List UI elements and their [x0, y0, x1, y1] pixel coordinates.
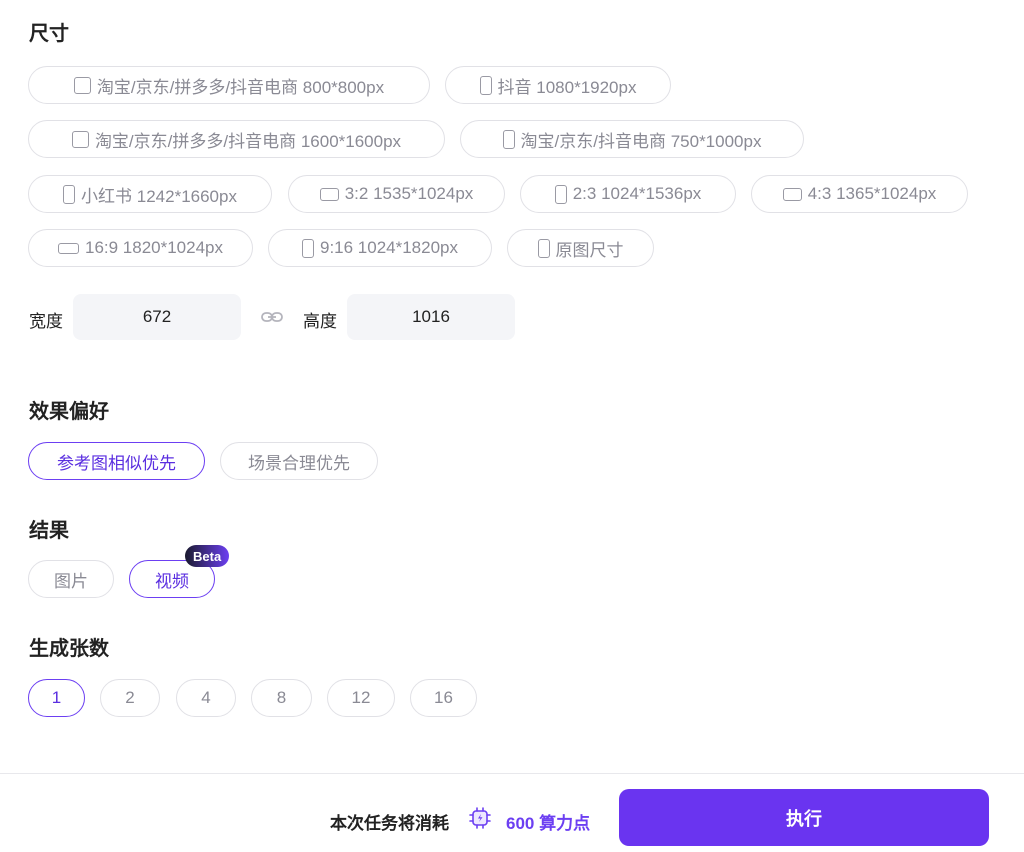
preference-scene-reasonable[interactable]: 场景合理优先	[220, 442, 378, 480]
size-option-800[interactable]: 淘宝/京东/拼多多/抖音电商 800*800px	[28, 66, 430, 104]
portrait-icon	[301, 238, 314, 258]
count-section-title: 生成张数	[29, 638, 109, 660]
portrait-icon	[63, 184, 76, 204]
size-section-title: 尺寸	[29, 23, 69, 45]
landscape-icon	[319, 187, 339, 201]
size-option-3-2[interactable]: 3:2 1535*1024px	[288, 175, 505, 213]
beta-badge: Beta	[185, 545, 230, 567]
count-option-1[interactable]: 1	[28, 679, 85, 717]
square-icon	[71, 130, 89, 148]
size-option-label: 2:3 1024*1536px	[572, 184, 702, 203]
size-option-label: 16:9 1820*1024px	[84, 238, 224, 257]
size-option-label: 小红书 1242*1660px	[81, 186, 237, 206]
landscape-icon	[782, 187, 802, 201]
execute-button[interactable]: 执行	[619, 789, 989, 846]
portrait-icon	[479, 75, 492, 95]
count-option-8[interactable]: 8	[251, 679, 312, 717]
size-option-label: 原图尺寸	[555, 240, 624, 260]
size-option-2-3[interactable]: 2:3 1024*1536px	[520, 175, 736, 213]
size-option-label: 抖音 1080*1920px	[497, 77, 637, 97]
size-option-4-3[interactable]: 4:3 1365*1024px	[751, 175, 968, 213]
preference-reference-similar[interactable]: 参考图相似优先	[28, 442, 205, 480]
portrait-icon	[554, 184, 567, 204]
square-icon	[73, 76, 91, 94]
size-option-label: 淘宝/京东/拼多多/抖音电商 1600*1600px	[94, 131, 402, 151]
size-option-original[interactable]: 原图尺寸	[507, 229, 654, 267]
height-label: 高度	[303, 312, 337, 331]
size-option-750[interactable]: 淘宝/京东/抖音电商 750*1000px	[460, 120, 804, 158]
wide-icon	[57, 242, 79, 254]
size-option-1600[interactable]: 淘宝/京东/拼多多/抖音电商 1600*1600px	[28, 120, 445, 158]
cost-value: 600 算力点	[506, 814, 591, 833]
cost-label: 本次任务将消耗	[330, 814, 449, 833]
link-icon[interactable]	[261, 309, 283, 325]
size-option-label: 淘宝/京东/抖音电商 750*1000px	[520, 131, 762, 151]
portrait-icon	[537, 238, 550, 258]
result-section-title: 结果	[29, 520, 69, 542]
size-option-16-9[interactable]: 16:9 1820*1024px	[28, 229, 253, 267]
size-option-label: 3:2 1535*1024px	[344, 184, 474, 203]
compute-chip-icon	[469, 807, 491, 829]
preference-section-title: 效果偏好	[29, 401, 109, 423]
size-option-label: 淘宝/京东/拼多多/抖音电商 800*800px	[96, 77, 385, 97]
size-option-label: 4:3 1365*1024px	[807, 184, 937, 203]
count-option-12[interactable]: 12	[327, 679, 395, 717]
size-option-label: 9:16 1024*1820px	[319, 238, 459, 257]
portrait-icon	[502, 129, 515, 149]
height-input[interactable]: 1016	[347, 294, 515, 340]
size-option-9-16[interactable]: 9:16 1024*1820px	[268, 229, 492, 267]
size-option-douyin[interactable]: 抖音 1080*1920px	[445, 66, 671, 104]
count-option-4[interactable]: 4	[176, 679, 236, 717]
size-option-xiaohongshu[interactable]: 小红书 1242*1660px	[28, 175, 272, 213]
width-label: 宽度	[29, 312, 63, 331]
count-option-16[interactable]: 16	[410, 679, 477, 717]
result-option-image[interactable]: 图片	[28, 560, 114, 598]
width-input[interactable]: 672	[73, 294, 241, 340]
count-option-2[interactable]: 2	[100, 679, 160, 717]
